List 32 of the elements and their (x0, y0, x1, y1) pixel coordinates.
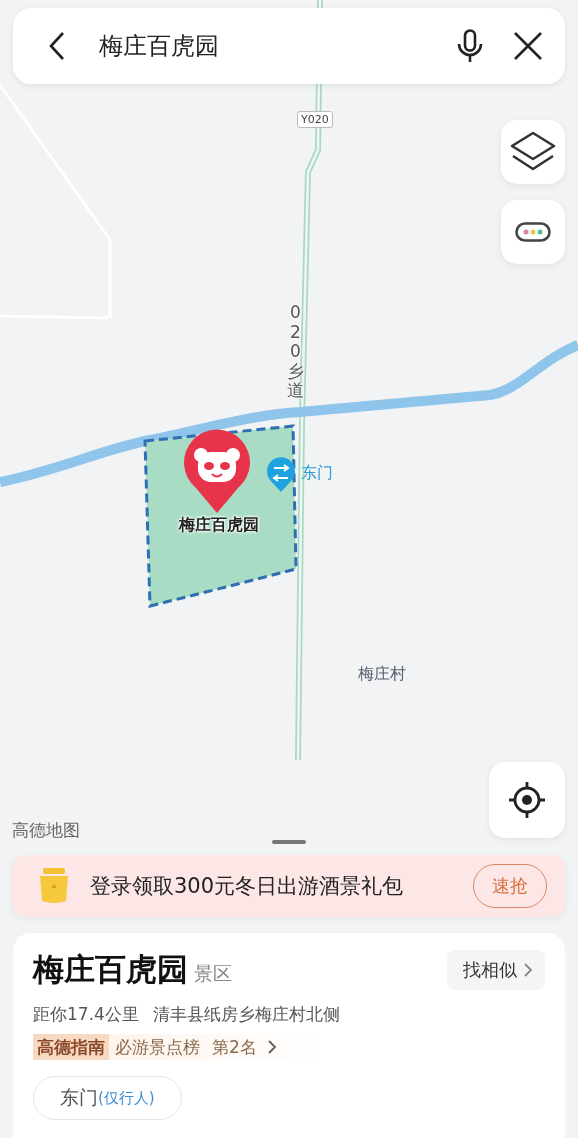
address-text: 清丰县纸房乡梅庄村北侧 (152, 1003, 340, 1026)
promo-text: 登录领取300元冬日出游酒景礼包 (90, 873, 405, 900)
entrance-chip[interactable]: 东门(仅行人) (33, 1076, 182, 1120)
drag-handle[interactable] (272, 840, 306, 844)
place-name: 梅庄百虎园 (33, 950, 188, 989)
search-field[interactable]: 梅庄百虎园 (99, 32, 457, 60)
traffic-light-icon (515, 222, 551, 242)
panda-pin-icon (184, 429, 250, 513)
chevron-right-icon (523, 962, 533, 978)
road-label: 020乡道 (287, 303, 304, 401)
find-similar-button[interactable]: 找相似 (447, 950, 545, 990)
place-category: 景区 (194, 961, 232, 986)
close-icon[interactable] (513, 31, 543, 61)
layers-button[interactable] (501, 120, 565, 184)
locate-icon (508, 781, 546, 819)
layers-icon (510, 131, 556, 173)
road-badge: Y020 (297, 111, 333, 128)
gate-pin-icon (267, 457, 295, 492)
back-icon[interactable] (49, 31, 65, 61)
rank-text: 第2名 (212, 1035, 257, 1059)
traffic-button[interactable] (501, 200, 565, 264)
distance-text: 距你17.4公里 (33, 1003, 139, 1026)
map-brand: 高德地图 (12, 819, 80, 842)
poi-label: 梅庄百虎园 (177, 515, 260, 536)
chevron-right-icon[interactable] (266, 1039, 277, 1055)
ranking-link[interactable]: 必游景点榜 (115, 1035, 200, 1059)
gate-label: 东门 (301, 463, 333, 484)
locate-button[interactable] (489, 762, 565, 838)
gift-jar-icon (38, 867, 70, 905)
place-label: 梅庄村 (358, 664, 406, 685)
microphone-icon[interactable] (457, 29, 483, 63)
guide-badge: 高德指南 (33, 1034, 109, 1060)
